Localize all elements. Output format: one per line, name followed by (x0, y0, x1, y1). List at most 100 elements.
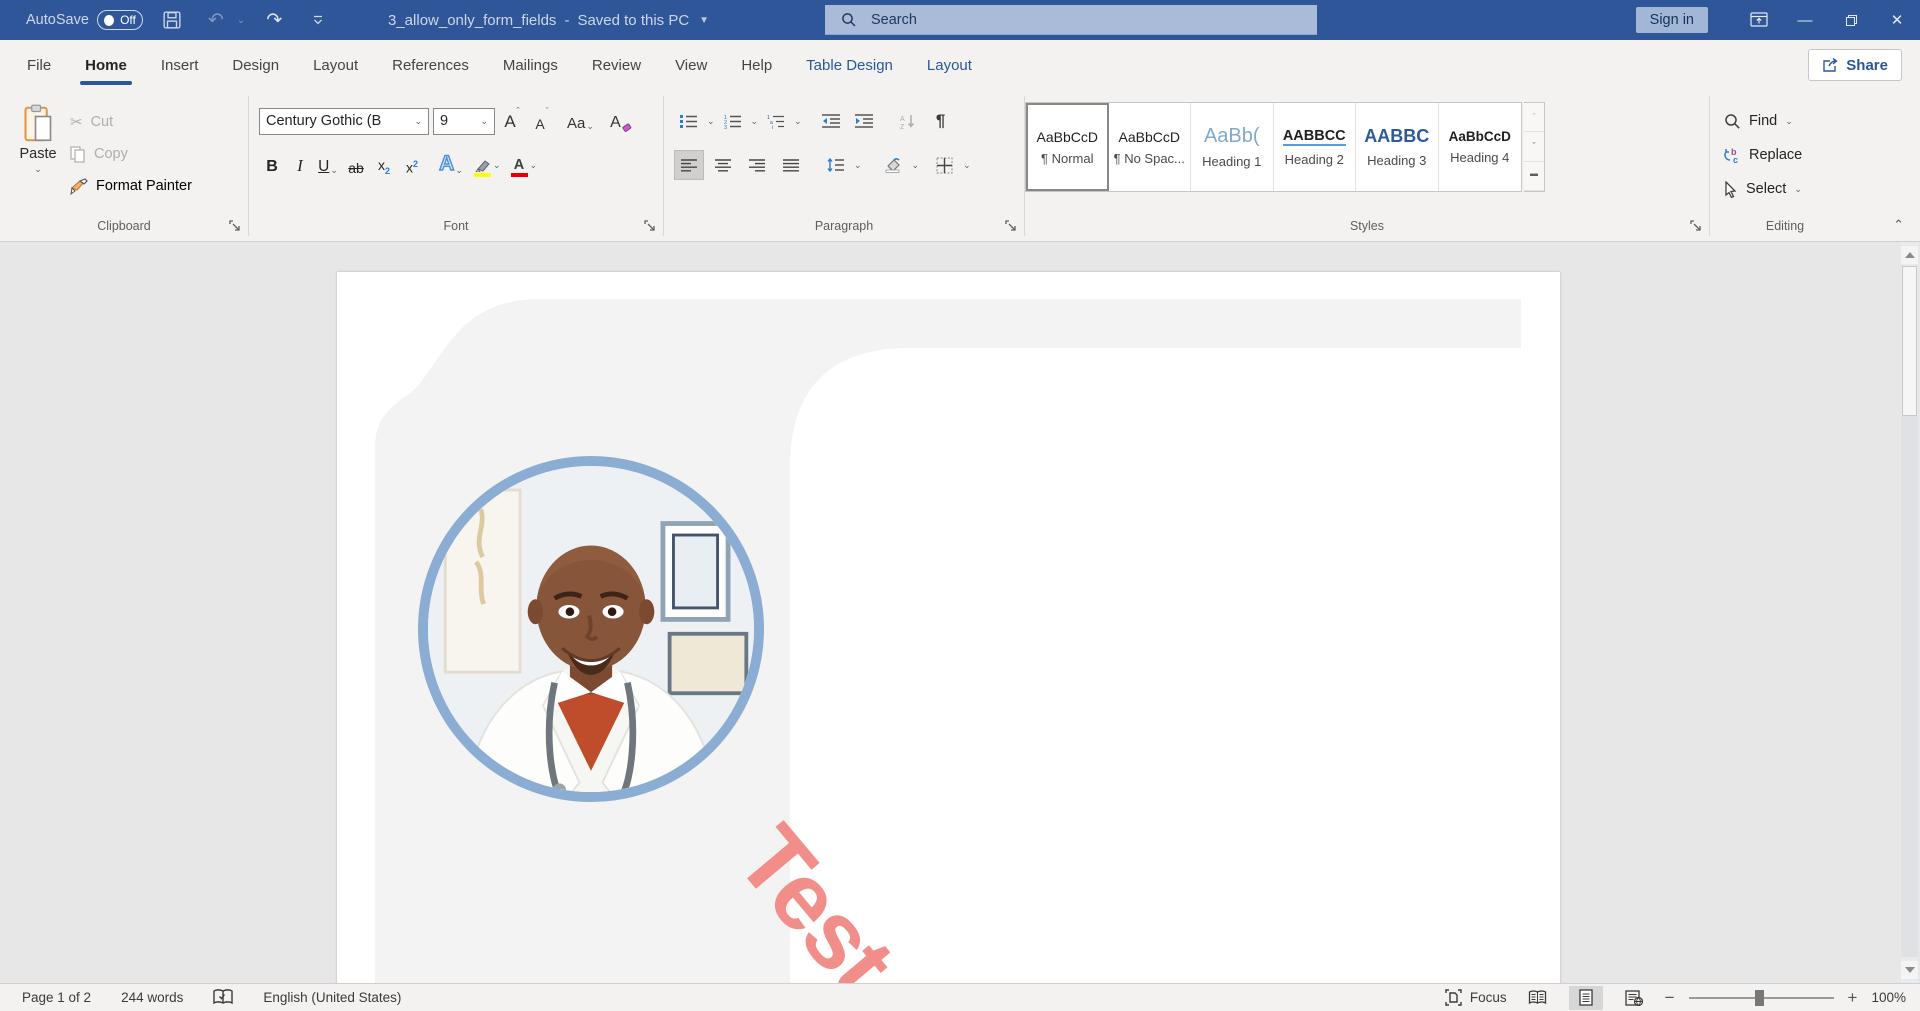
cut-button[interactable]: ✂ Cut (70, 106, 192, 138)
styles-gallery-more-icon[interactable]: ▬ˇ (1524, 162, 1544, 191)
sign-in-button[interactable]: Sign in (1636, 7, 1708, 33)
replace-button[interactable]: bc Replace (1724, 138, 1860, 172)
customize-quick-access-toolbar-button[interactable] (303, 5, 333, 35)
style-heading-3[interactable]: AABBC Heading 3 (1356, 103, 1439, 191)
scrollbar-track[interactable] (1901, 416, 1918, 957)
sort-button[interactable]: AZ (893, 106, 923, 136)
tab-home[interactable]: Home (68, 40, 144, 90)
paragraph-dialog-launcher-icon[interactable] (1005, 220, 1017, 232)
find-chevron-icon[interactable]: ⌄ (1785, 116, 1793, 127)
tab-table-design[interactable]: Table Design (789, 40, 910, 90)
web-layout-button[interactable] (1617, 986, 1651, 1010)
tab-insert[interactable]: Insert (144, 40, 216, 90)
undo-chevron-icon[interactable]: ⌄ (237, 15, 245, 26)
scrollbar-thumb[interactable] (1902, 266, 1917, 416)
focus-button[interactable]: Focus (1445, 989, 1507, 1006)
tab-help[interactable]: Help (724, 40, 789, 90)
change-case-button[interactable]: Aa ⌄ (567, 106, 594, 136)
tab-design[interactable]: Design (215, 40, 296, 90)
underline-button[interactable]: U ⌄ (315, 150, 341, 180)
collapse-ribbon-icon[interactable]: ⌃ (1893, 217, 1904, 233)
highlight-button[interactable] (474, 150, 491, 180)
minimize-button[interactable]: — (1782, 0, 1828, 40)
proofing-status-button[interactable] (213, 989, 233, 1006)
zoom-level[interactable]: 100% (1871, 990, 1906, 1005)
highlight-chevron-icon[interactable]: ⌄ (493, 160, 501, 171)
tab-table-layout[interactable]: Layout (910, 40, 989, 90)
language-status[interactable]: English (United States) (263, 990, 401, 1005)
undo-button[interactable]: ↶ (201, 5, 231, 35)
scroll-down-button[interactable] (1901, 961, 1918, 979)
subscript-button[interactable]: x2 (371, 150, 397, 180)
autosave-control[interactable]: AutoSave Off (26, 10, 143, 30)
style-heading-1[interactable]: AaBb( Heading 1 (1191, 103, 1274, 191)
copy-button[interactable]: Copy (70, 138, 192, 170)
styles-scroll-down-icon[interactable]: ˇ (1524, 132, 1544, 161)
tab-file[interactable]: File (10, 40, 68, 90)
share-button[interactable]: Share (1808, 49, 1902, 81)
style-heading-4[interactable]: AaBbCcD Heading 4 (1439, 103, 1522, 191)
select-chevron-icon[interactable]: ⌄ (1794, 184, 1802, 195)
decrease-indent-button[interactable] (816, 106, 846, 136)
scroll-up-button[interactable] (1901, 246, 1918, 264)
text-effects-chevron-icon[interactable]: ⌄ (455, 165, 463, 176)
shading-button[interactable] (878, 150, 908, 180)
show-hide-pilcrow-button[interactable]: ¶ (926, 106, 956, 136)
find-button[interactable]: Find ⌄ (1724, 104, 1860, 138)
clear-formatting-button[interactable]: A (608, 106, 634, 136)
clipboard-dialog-launcher-icon[interactable] (229, 220, 241, 232)
vertical-scrollbar[interactable] (1901, 242, 1918, 983)
font-name-select[interactable]: Century Gothic (B ⌄ (259, 108, 429, 135)
doctor-photo[interactable] (418, 456, 764, 802)
tab-mailings[interactable]: Mailings (486, 40, 575, 90)
italic-button[interactable]: I (287, 150, 313, 180)
style-heading-2[interactable]: AABBCC Heading 2 (1274, 103, 1357, 191)
redo-button[interactable]: ↷ (259, 5, 289, 35)
style-normal[interactable]: AaBbCcD ¶ Normal (1026, 103, 1109, 191)
styles-dialog-launcher-icon[interactable] (1690, 220, 1702, 232)
restore-button[interactable] (1828, 0, 1874, 40)
font-color-chevron-icon[interactable]: ⌄ (530, 160, 538, 171)
grow-font-button[interactable]: A ˆ (499, 106, 525, 136)
paste-chevron-icon[interactable]: ⌄ (34, 164, 42, 175)
autosave-toggle[interactable]: Off (97, 10, 143, 30)
underline-chevron-icon[interactable]: ⌄ (330, 165, 338, 176)
close-button[interactable]: ✕ (1874, 0, 1920, 40)
shading-chevron-icon[interactable]: ⌄ (912, 160, 920, 171)
read-mode-button[interactable] (1521, 986, 1555, 1010)
line-spacing-button[interactable] (820, 150, 850, 180)
style-no-spacing[interactable]: AaBbCcD ¶ No Spac... (1109, 103, 1192, 191)
document-canvas[interactable]: Test (0, 242, 1920, 983)
save-button[interactable] (157, 5, 187, 35)
text-effects-button[interactable]: A ⌄ (438, 150, 464, 180)
zoom-slider-thumb[interactable] (1755, 990, 1764, 1006)
document-page[interactable]: Test (337, 272, 1560, 983)
word-count[interactable]: 244 words (121, 990, 183, 1005)
shrink-font-button[interactable]: A ˇ (529, 106, 555, 136)
line-spacing-chevron-icon[interactable]: ⌄ (854, 160, 862, 171)
bullets-chevron-icon[interactable]: ⌄ (707, 116, 715, 127)
font-color-button[interactable]: A (511, 150, 528, 180)
zoom-slider[interactable] (1689, 986, 1834, 1010)
format-painter-button[interactable]: Format Painter (70, 170, 192, 202)
ribbon-display-options-button[interactable] (1736, 0, 1782, 40)
justify-button[interactable] (776, 150, 806, 180)
borders-chevron-icon[interactable]: ⌄ (963, 160, 971, 171)
page-indicator[interactable]: Page 1 of 2 (22, 990, 91, 1005)
font-size-select[interactable]: 9 ⌄ (433, 108, 495, 135)
paste-button[interactable]: Paste ⌄ (10, 104, 66, 200)
document-title[interactable]: 3_allow_only_form_fields - Saved to this… (388, 0, 709, 40)
select-button[interactable]: Select ⌄ (1724, 172, 1860, 206)
increase-indent-button[interactable] (849, 106, 879, 136)
align-center-button[interactable] (708, 150, 738, 180)
numbering-button[interactable]: 123 (718, 106, 748, 136)
align-left-button[interactable] (674, 150, 704, 180)
tab-references[interactable]: References (375, 40, 486, 90)
numbering-chevron-icon[interactable]: ⌄ (751, 116, 759, 127)
tab-layout[interactable]: Layout (296, 40, 375, 90)
styles-scroll-up-icon[interactable]: ˆ (1524, 103, 1544, 132)
tab-review[interactable]: Review (575, 40, 658, 90)
tab-view[interactable]: View (658, 40, 724, 90)
bullets-button[interactable] (674, 106, 704, 136)
align-right-button[interactable] (742, 150, 772, 180)
